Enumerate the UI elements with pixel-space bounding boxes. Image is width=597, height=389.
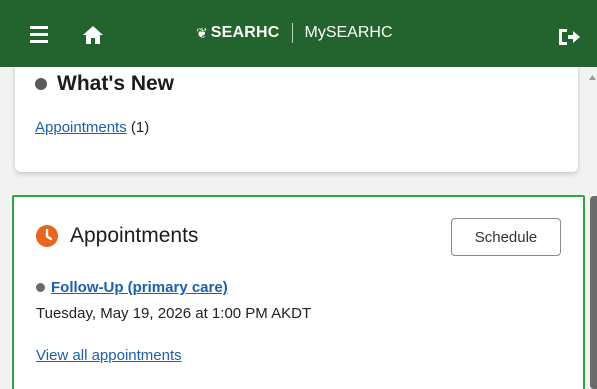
appointments-title: Appointments — [70, 224, 199, 247]
appointment-datetime: Tuesday, May 19, 2026 at 1:00 PM AKDT — [36, 305, 312, 322]
whats-new-card: What's New Appointments (1) — [15, 67, 578, 172]
brand-leaf-icon: ❦ — [196, 24, 208, 41]
top-navigation-bar: ❦ SEARHC MySEARHC — [0, 0, 597, 67]
bullet-icon — [35, 78, 47, 90]
whats-new-title: What's New — [57, 72, 175, 95]
logout-icon[interactable] — [555, 25, 583, 49]
bullet-icon — [36, 283, 45, 292]
scroll-up-arrow-icon[interactable] — [588, 70, 597, 80]
whats-new-header: What's New — [35, 72, 174, 96]
home-icon[interactable] — [80, 23, 106, 47]
view-all-appointments-link[interactable]: View all appointments — [36, 347, 182, 364]
org-name: SEARHC — [210, 24, 280, 41]
brand-divider — [291, 23, 293, 43]
appointment-item: Follow-Up (primary care) — [36, 279, 228, 296]
app-name: MySEARHC — [304, 24, 393, 41]
whats-new-item: Appointments (1) — [35, 119, 149, 136]
appointments-card: Appointments Schedule Follow-Up (primary… — [12, 195, 585, 389]
appointments-header: Appointments — [36, 224, 198, 248]
clock-icon — [36, 225, 58, 247]
schedule-button[interactable]: Schedule — [451, 218, 561, 256]
appointment-link[interactable]: Follow-Up (primary care) — [51, 279, 228, 296]
scrollbar-thumb[interactable] — [590, 196, 597, 389]
content-scroll-area[interactable]: What's New Appointments (1) Appointments… — [0, 67, 597, 389]
whats-new-count: (1) — [130, 119, 150, 136]
hamburger-menu-icon[interactable] — [28, 23, 56, 47]
brand-logo[interactable]: ❦ SEARHC MySEARHC — [196, 20, 393, 46]
whats-new-appointments-link[interactable]: Appointments — [35, 119, 127, 136]
